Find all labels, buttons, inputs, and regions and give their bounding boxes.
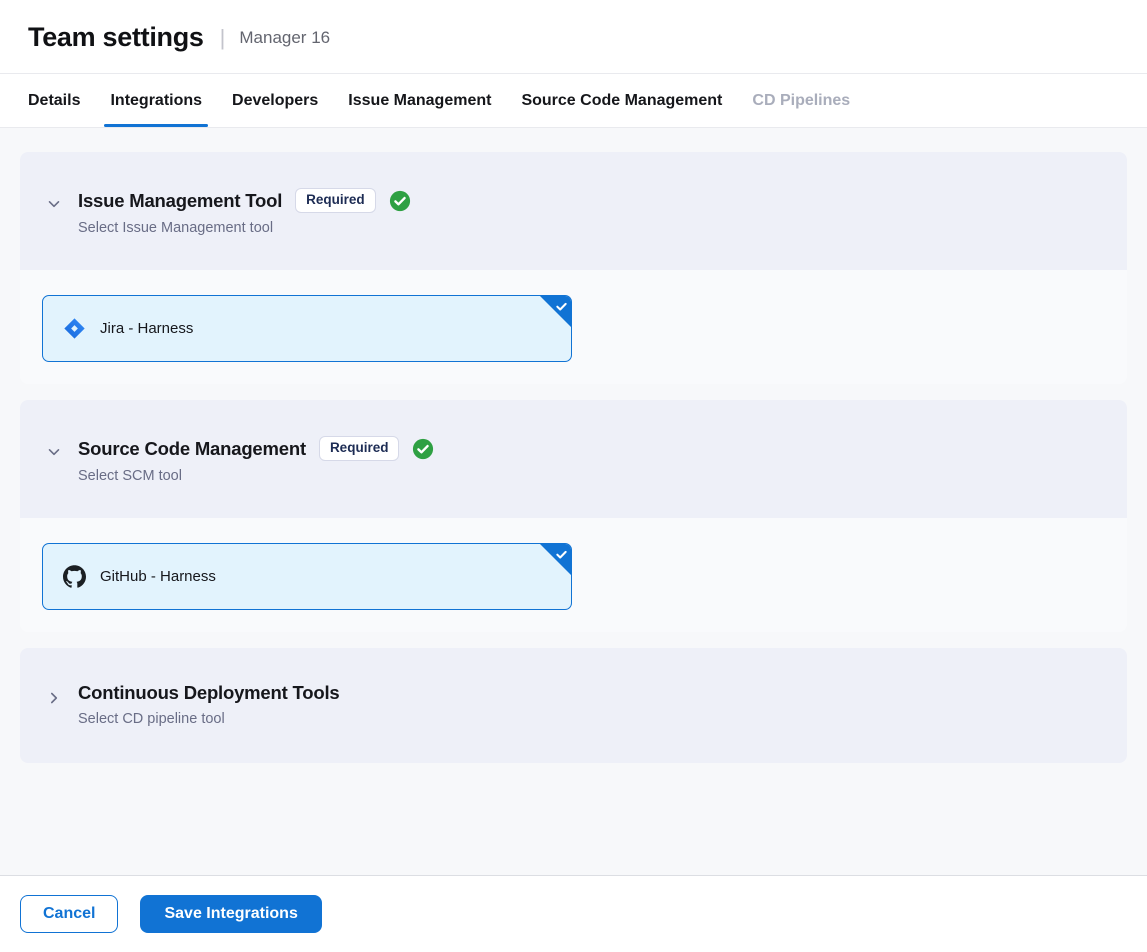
- section-continuous-deployment: Continuous Deployment Tools Select CD pi…: [20, 648, 1127, 763]
- cancel-button[interactable]: Cancel: [20, 895, 118, 933]
- section-issue-management-body: Jira - Harness: [20, 270, 1127, 384]
- required-badge: Required: [319, 436, 400, 461]
- selected-check-icon: [555, 548, 568, 561]
- section-title: Issue Management Tool: [78, 190, 282, 212]
- tab-developers[interactable]: Developers: [232, 74, 318, 127]
- chevron-right-icon: [46, 690, 62, 706]
- tool-card-github[interactable]: GitHub - Harness: [42, 543, 572, 610]
- section-scm-header[interactable]: Source Code Management Required Select S…: [20, 400, 1127, 518]
- section-issue-management-tool: Issue Management Tool Required Select Is…: [20, 152, 1127, 384]
- integrations-panel: Issue Management Tool Required Select Is…: [0, 128, 1147, 875]
- required-badge: Required: [295, 188, 376, 213]
- save-integrations-button[interactable]: Save Integrations: [140, 895, 321, 933]
- section-issue-management-header[interactable]: Issue Management Tool Required Select Is…: [20, 152, 1127, 270]
- title-divider: |: [220, 25, 226, 51]
- chevron-down-icon: [46, 196, 62, 212]
- footer-action-bar: Cancel Save Integrations: [0, 875, 1147, 952]
- section-source-code-management: Source Code Management Required Select S…: [20, 400, 1127, 632]
- check-circle-icon: [412, 438, 434, 460]
- page-subtitle: Manager 16: [239, 28, 330, 48]
- chevron-down-icon: [46, 444, 62, 460]
- check-circle-icon: [389, 190, 411, 212]
- section-scm-body: GitHub - Harness: [20, 518, 1127, 632]
- selected-check-icon: [555, 300, 568, 313]
- tab-bar: Details Integrations Developers Issue Ma…: [0, 74, 1147, 128]
- tool-card-jira[interactable]: Jira - Harness: [42, 295, 572, 362]
- section-subtitle: Select SCM tool: [78, 468, 434, 484]
- tab-issue-management[interactable]: Issue Management: [348, 74, 491, 127]
- jira-logo-icon: [63, 317, 86, 340]
- tab-integrations[interactable]: Integrations: [110, 74, 202, 127]
- section-subtitle: Select Issue Management tool: [78, 220, 411, 236]
- section-title: Continuous Deployment Tools: [78, 682, 339, 704]
- page-header: Team settings | Manager 16: [0, 0, 1147, 74]
- tab-details[interactable]: Details: [28, 74, 80, 127]
- section-subtitle: Select CD pipeline tool: [78, 711, 339, 727]
- section-cd-header[interactable]: Continuous Deployment Tools Select CD pi…: [20, 648, 1127, 763]
- tab-source-code-management[interactable]: Source Code Management: [521, 74, 722, 127]
- tool-label: Jira - Harness: [100, 320, 193, 337]
- section-title: Source Code Management: [78, 438, 306, 460]
- tool-label: GitHub - Harness: [100, 568, 216, 585]
- tab-cd-pipelines: CD Pipelines: [752, 74, 850, 127]
- page-title: Team settings: [28, 22, 204, 53]
- github-logo-icon: [63, 565, 86, 588]
